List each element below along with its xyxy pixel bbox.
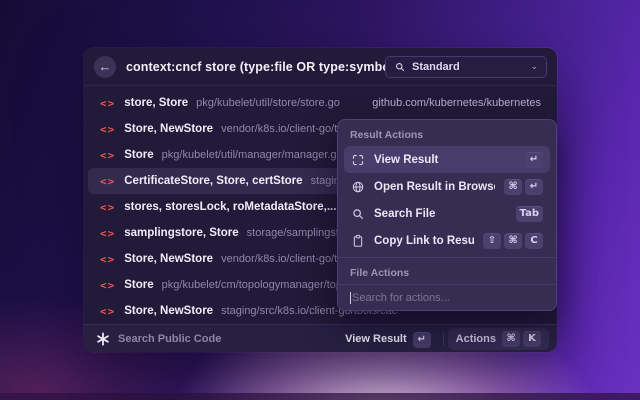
key-badge: ⌘ (502, 331, 520, 347)
panel-action-open-result-in-browser[interactable]: Open Result in Browser ⌘↵ (344, 173, 550, 200)
expand-icon (351, 153, 365, 167)
result-symbols: Store (124, 149, 153, 161)
result-symbols: Store (124, 279, 153, 291)
key-badge: ↵ (525, 179, 543, 195)
result-symbols: samplingstore, Store (124, 227, 238, 239)
result-symbols: CertificateStore, Store, certStore (124, 175, 302, 187)
view-result-button[interactable]: View Result ↵ (337, 329, 439, 348)
result-row[interactable]: <> store, Store pkg/kubelet/util/store/sto… (88, 90, 553, 116)
result-path: pkg/kubelet/util/store/store.go (196, 97, 340, 109)
clipboard-icon (351, 234, 365, 248)
search-query-input[interactable]: context:cncf store (type:file OR type:sy… (126, 60, 385, 74)
code-symbol-icon: <> (100, 227, 115, 240)
search-app-window: ← context:cncf store (type:file OR type:… (84, 48, 557, 352)
actions-button[interactable]: Actions ⌘K (448, 328, 549, 350)
key-badge: K (523, 331, 541, 347)
result-symbols: stores, storesLock, roMetadataStore,... (124, 201, 336, 213)
back-button[interactable]: ← (94, 56, 116, 78)
actions-search-placeholder: Search for actions... (352, 292, 450, 304)
panel-action-label: Open Result in Browser (374, 181, 495, 193)
actions-panel: Result ActionsView Result↵Open Result in… (337, 119, 557, 311)
search-icon (394, 61, 406, 73)
panel-action-view-result[interactable]: View Result ↵ (344, 146, 550, 173)
result-symbols: Store, NewStore (124, 123, 213, 135)
panel-section: File ActionsCopy File Path⇧⌘ (338, 257, 556, 284)
key-badge: Tab (516, 206, 543, 222)
search-mode-value: Standard (412, 61, 524, 73)
search-icon (351, 207, 365, 221)
panel-section-title: Result Actions (338, 120, 556, 146)
view-result-label: View Result (345, 333, 407, 345)
key-badge: ⌘ (504, 233, 522, 249)
text-caret (350, 292, 351, 304)
shortcut-keys: ↵ (525, 152, 543, 168)
panel-section-title: File Actions (338, 258, 556, 284)
chevron-down-icon: ⌄ (530, 61, 538, 72)
result-repo: github.com/kubernetes/kubernetes (362, 97, 541, 109)
footer-divider (443, 332, 444, 346)
panel-action-search-file[interactable]: Search File Tab (344, 200, 550, 227)
key-badge: ⌘ (504, 179, 522, 195)
shortcut-keys: ⌘↵ (504, 179, 543, 195)
result-symbols: Store, NewStore (124, 253, 213, 265)
code-symbol-icon: <> (100, 305, 115, 318)
result-symbols: Store, NewStore (124, 305, 213, 317)
code-symbol-icon: <> (100, 175, 115, 188)
actions-panel-body: Result ActionsView Result↵Open Result in… (338, 120, 556, 284)
key-badge: ↵ (413, 332, 431, 348)
code-symbol-icon: <> (100, 97, 115, 110)
brand: Search Public Code (96, 332, 221, 346)
actions-label: Actions (456, 333, 496, 345)
actions-search-input[interactable]: Search for actions... (338, 284, 556, 310)
key-badge: ↵ (525, 152, 543, 168)
back-arrow-icon: ← (99, 59, 112, 74)
shortcut-keys: ⇧⌘C (483, 233, 543, 249)
code-symbol-icon: <> (100, 149, 115, 162)
footer-bar: Search Public Code View Result ↵ Actions… (84, 324, 557, 352)
code-symbol-icon: <> (100, 201, 115, 214)
shortcut-keys: Tab (516, 206, 543, 222)
search-mode-selector[interactable]: Standard ⌄ (385, 56, 547, 78)
search-bar: ← context:cncf store (type:file OR type:… (84, 48, 557, 86)
result-symbols: store, Store (124, 97, 188, 109)
code-symbol-icon: <> (100, 253, 115, 266)
key-badge: ⇧ (483, 233, 501, 249)
panel-action-copy-link-to-result[interactable]: Copy Link to Result ⇧⌘C (344, 227, 550, 254)
panel-action-label: View Result (374, 154, 516, 166)
result-path: pkg/kubelet/util/manager/manager.go (162, 149, 343, 161)
key-badge: C (525, 233, 543, 249)
panel-action-label: Search File (374, 208, 507, 220)
panel-section: Result ActionsView Result↵Open Result in… (338, 120, 556, 254)
brand-label: Search Public Code (118, 333, 221, 345)
desktop-bottom-band (0, 393, 640, 400)
code-symbol-icon: <> (100, 123, 115, 136)
panel-action-label: Copy Link to Result (374, 235, 474, 247)
code-symbol-icon: <> (100, 279, 115, 292)
sourcegraph-logo-icon (96, 332, 110, 346)
globe-icon (351, 180, 365, 194)
